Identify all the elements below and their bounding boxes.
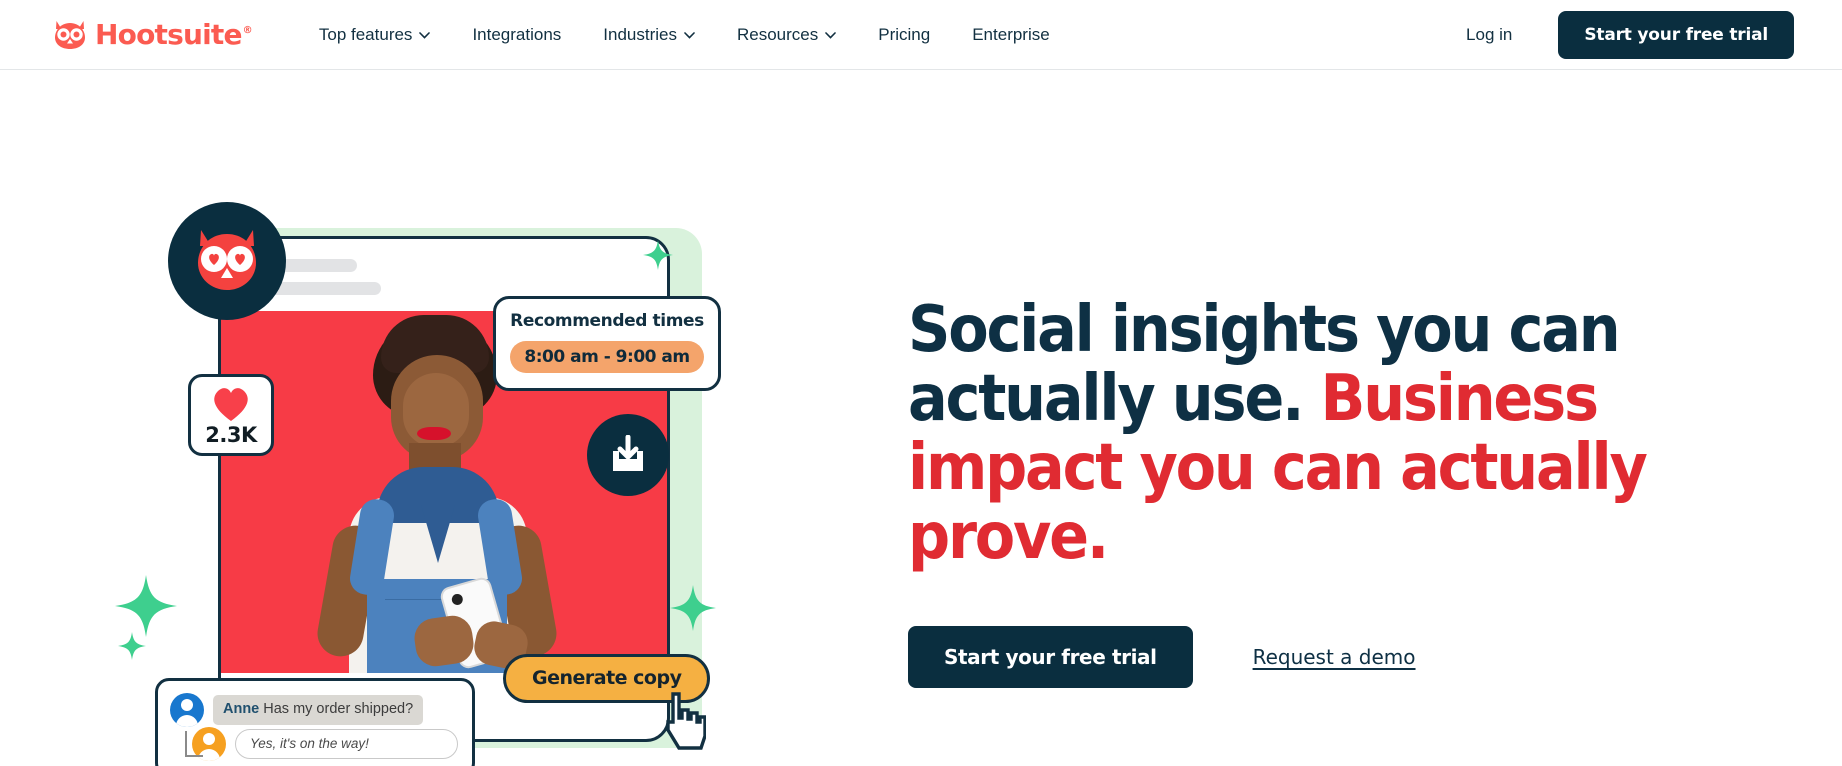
- heart-icon: [214, 387, 248, 421]
- hero-illustration: 2.3K Recommended times 8:00 am - 9:00 am…: [0, 70, 780, 766]
- site-header: Hootsuite® Top features Integrations Ind…: [0, 0, 1842, 70]
- sparkle-icon: [643, 240, 673, 270]
- download-inbox-icon: [613, 435, 643, 471]
- chat-message-row: Yes, it's on the way!: [170, 727, 458, 761]
- nav-item-top-features[interactable]: Top features: [298, 16, 452, 53]
- hero-copy: Social insights you can actually use. Bu…: [780, 70, 1842, 689]
- recommended-time-pill: 8:00 am - 9:00 am: [510, 340, 704, 374]
- model-lips: [417, 427, 451, 440]
- hero-section: 2.3K Recommended times 8:00 am - 9:00 am…: [0, 70, 1842, 766]
- chat-card: Anne Has my order shipped? Yes, it's on t…: [155, 678, 475, 766]
- hero-headline: Social insights you can actually use. Bu…: [908, 295, 1653, 572]
- nav-item-industries[interactable]: Industries: [582, 16, 716, 53]
- nav-item-pricing[interactable]: Pricing: [857, 16, 951, 53]
- recommended-times-title: Recommended times: [510, 311, 704, 331]
- nav-label: Integrations: [472, 25, 562, 44]
- chat-message-text: Has my order shipped?: [263, 701, 414, 718]
- nav-label: Pricing: [878, 25, 931, 44]
- sparkle-icon: [115, 575, 177, 637]
- nav-label: Enterprise: [972, 25, 1050, 44]
- nav-item-integrations[interactable]: Integrations: [451, 16, 582, 53]
- chevron-down-icon: [684, 32, 695, 39]
- hand-pointer-cursor-icon: [660, 690, 706, 752]
- owl-avatar-badge: [168, 202, 286, 320]
- chat-bubble-incoming: Anne Has my order shipped?: [213, 695, 424, 725]
- user-avatar-blue: [170, 693, 204, 727]
- hero-cta-row: Start your free trial Request a demo: [908, 626, 1782, 689]
- main-navigation: Top features Integrations Industries Res…: [298, 16, 1071, 53]
- likes-card: 2.3K: [188, 374, 274, 456]
- header-actions: Log in Start your free trial: [1448, 10, 1794, 59]
- hootsuite-logo[interactable]: Hootsuite®: [52, 17, 253, 51]
- likes-count: 2.3K: [205, 422, 257, 447]
- chat-bubble-reply: Yes, it's on the way!: [235, 728, 458, 760]
- logo-wordmark: Hootsuite®: [95, 17, 253, 51]
- chat-message-row: Anne Has my order shipped?: [170, 693, 458, 727]
- header-start-free-trial-button[interactable]: Start your free trial: [1558, 10, 1794, 59]
- chat-thread-connector: [185, 731, 203, 757]
- nav-item-enterprise[interactable]: Enterprise: [951, 16, 1070, 53]
- nav-label: Resources: [736, 25, 819, 44]
- owl-heart-eyes-icon: [198, 230, 256, 290]
- sparkle-icon: [118, 632, 146, 660]
- nav-item-resources[interactable]: Resources: [716, 16, 857, 53]
- recommended-times-card: Recommended times 8:00 am - 9:00 am: [493, 296, 721, 392]
- hero-start-free-trial-button[interactable]: Start your free trial: [908, 626, 1193, 689]
- chat-sender-name: Anne: [223, 701, 260, 718]
- owl-logo-icon: [55, 20, 85, 49]
- download-badge[interactable]: [587, 414, 669, 496]
- sparkle-icon: [670, 585, 716, 631]
- login-link[interactable]: Log in: [1448, 15, 1530, 55]
- nav-label: Top features: [318, 25, 413, 44]
- nav-label: Industries: [603, 25, 677, 44]
- request-demo-link[interactable]: Request a demo: [1253, 645, 1416, 669]
- chevron-down-icon: [419, 32, 431, 39]
- chevron-down-icon: [825, 32, 837, 39]
